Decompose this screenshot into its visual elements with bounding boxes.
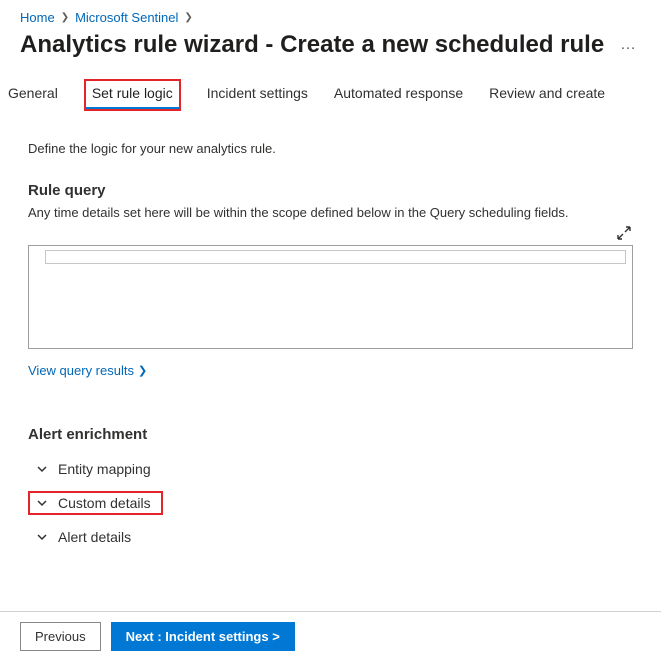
tab-bar: General Set rule logic Incident settings… xyxy=(0,69,661,111)
chevron-right-icon: ❯ xyxy=(184,12,192,23)
view-query-results-link[interactable]: View query results ❯ xyxy=(28,363,147,378)
enrich-custom-details[interactable]: Custom details xyxy=(28,491,163,515)
enrich-label: Custom details xyxy=(58,495,151,511)
alert-enrichment-heading: Alert enrichment xyxy=(28,426,633,443)
chevron-right-icon: ❯ xyxy=(138,364,147,377)
tab-incident-settings[interactable]: Incident settings xyxy=(207,79,308,111)
breadcrumb: Home ❯ Microsoft Sentinel ❯ xyxy=(0,0,661,31)
enrich-alert-details[interactable]: Alert details xyxy=(28,525,141,549)
next-button[interactable]: Next : Incident settings > xyxy=(111,622,295,651)
previous-button[interactable]: Previous xyxy=(20,622,101,651)
enrich-label: Alert details xyxy=(58,529,131,545)
rule-query-editor[interactable] xyxy=(28,245,633,349)
enrich-entity-mapping[interactable]: Entity mapping xyxy=(28,457,161,481)
tab-set-rule-logic[interactable]: Set rule logic xyxy=(84,79,181,111)
expand-icon[interactable] xyxy=(617,226,631,243)
chevron-down-icon xyxy=(36,531,48,543)
more-menu-icon[interactable]: … xyxy=(616,32,641,58)
tab-automated-response[interactable]: Automated response xyxy=(334,79,463,111)
rule-query-heading: Rule query xyxy=(28,182,633,199)
tab-review-create[interactable]: Review and create xyxy=(489,79,605,111)
chevron-down-icon xyxy=(36,497,48,509)
rule-query-subtext: Any time details set here will be within… xyxy=(28,205,633,220)
breadcrumb-sentinel[interactable]: Microsoft Sentinel xyxy=(75,10,178,25)
tab-general[interactable]: General xyxy=(8,79,58,111)
breadcrumb-home[interactable]: Home xyxy=(20,10,55,25)
chevron-down-icon xyxy=(36,463,48,475)
footer-bar: Previous Next : Incident settings > xyxy=(0,611,661,661)
chevron-right-icon: ❯ xyxy=(61,12,69,23)
view-query-results-label: View query results xyxy=(28,363,134,378)
page-title: Analytics rule wizard - Create a new sch… xyxy=(20,31,604,59)
enrich-label: Entity mapping xyxy=(58,461,151,477)
intro-text: Define the logic for your new analytics … xyxy=(28,141,633,156)
query-line xyxy=(45,250,626,264)
